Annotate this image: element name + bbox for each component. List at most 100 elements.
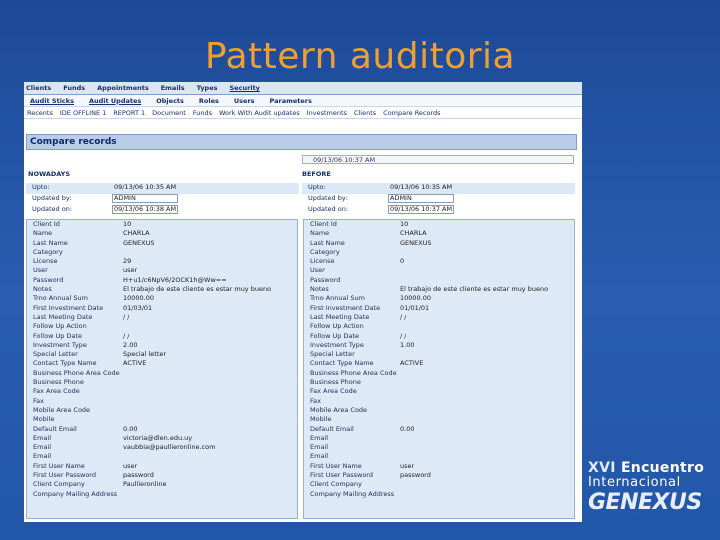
field-row: Email vaubbia@paullieronline.com bbox=[27, 443, 297, 452]
nav-tab-appointments[interactable]: Appointments bbox=[97, 84, 149, 92]
field-label: Notes bbox=[33, 285, 52, 294]
subnav-item-parameters[interactable]: Parameters bbox=[270, 97, 312, 105]
field-value: user bbox=[400, 461, 415, 470]
breadcrumb-item[interactable]: REPORT 1 bbox=[113, 109, 145, 117]
date-line-text: 09/13/06 10:37 AM bbox=[313, 156, 376, 164]
field-row: Contact Type Name ACTIVE bbox=[27, 359, 297, 368]
field-row: Contact Type Name ACTIVE bbox=[304, 359, 574, 368]
field-label: Fax Area Code bbox=[33, 387, 80, 396]
field-row: Category bbox=[27, 248, 297, 257]
field-label: First User Password bbox=[33, 471, 96, 480]
field-label: Trno Annual Sum bbox=[310, 294, 365, 303]
breadcrumb-item[interactable]: Work With Audit updates bbox=[219, 109, 300, 117]
meta-row: Updated by: ADMIN bbox=[26, 194, 299, 205]
field-row: Follow Up Action bbox=[304, 322, 574, 331]
field-label: Name bbox=[33, 229, 53, 238]
breadcrumb-item[interactable]: Compare Records bbox=[383, 109, 440, 117]
field-row: First Investment Date 01/01/01 bbox=[304, 304, 574, 313]
breadcrumb-item[interactable]: IDE OFFLINE 1 bbox=[60, 109, 106, 117]
nav-tab-emails[interactable]: Emails bbox=[161, 84, 185, 92]
breadcrumb-item[interactable]: Clients bbox=[354, 109, 376, 117]
field-value: CHARLA bbox=[123, 229, 150, 238]
left-fields-panel: Client Id 10 Name CHARLA Last Name GENEXUS Cat… bbox=[26, 219, 298, 519]
field-label: Special Letter bbox=[33, 350, 78, 359]
breadcrumb-item[interactable]: Document bbox=[152, 109, 186, 117]
field-row: Business Phone Area Code bbox=[304, 369, 574, 378]
meta-row: Updated on: 09/13/06 10:38 AM bbox=[26, 205, 299, 216]
meta-label: Upto: bbox=[32, 183, 50, 191]
meta-label: Updated by: bbox=[308, 194, 348, 202]
field-label: Client Company bbox=[33, 480, 85, 489]
field-label: Email bbox=[33, 443, 52, 452]
field-label: Password bbox=[33, 275, 64, 284]
field-value: 0.00 bbox=[400, 424, 415, 433]
field-label: Company Mailing Address bbox=[310, 489, 395, 498]
field-row: Email victoria@dlen.edu.uy bbox=[27, 434, 297, 443]
field-value: user bbox=[123, 461, 138, 470]
field-value: Special letter bbox=[123, 350, 167, 359]
field-label: Last Name bbox=[310, 238, 345, 247]
field-row: Client Id 10 bbox=[27, 220, 297, 229]
field-label: Business Phone Area Code bbox=[33, 368, 120, 377]
right-column-heading: BEFORE bbox=[302, 170, 331, 178]
field-label: First User Password bbox=[310, 471, 373, 480]
field-label: Follow Up Date bbox=[33, 331, 82, 340]
field-row: Business Phone bbox=[304, 378, 574, 387]
right-meta: Upto: 09/13/06 10:35 AM Updated by: ADMIN Up… bbox=[302, 183, 575, 216]
left-column-heading: NOWADAYS bbox=[28, 170, 71, 178]
field-row: Business Phone bbox=[27, 378, 297, 387]
field-row: Investment Type 1.00 bbox=[304, 341, 574, 350]
meta-label: Upto: bbox=[308, 183, 326, 191]
field-row: Company Mailing Address bbox=[304, 490, 574, 499]
field-label: Last Meeting Date bbox=[310, 312, 370, 321]
nav-tab-clients[interactable]: Clients bbox=[26, 84, 51, 92]
field-row: License 0 bbox=[304, 257, 574, 266]
field-value: 1.00 bbox=[400, 340, 415, 349]
breadcrumb-item[interactable]: Funds bbox=[193, 109, 212, 117]
event-logo: XVI Encuentro Internacional GENEXUS bbox=[588, 460, 718, 515]
meta-value: 09/13/06 10:35 AM bbox=[114, 183, 177, 191]
field-row: Name CHARLA bbox=[27, 229, 297, 238]
field-label: Default Email bbox=[310, 424, 354, 433]
field-row: Client Company bbox=[304, 480, 574, 489]
field-row: First User Name user bbox=[304, 462, 574, 471]
field-label: Company Mailing Address bbox=[33, 489, 118, 498]
field-label: Mobile Area Code bbox=[33, 405, 91, 414]
field-row: Password bbox=[304, 276, 574, 285]
field-label: Email bbox=[33, 433, 52, 442]
subnav-item-users[interactable]: Users bbox=[234, 97, 255, 105]
field-label: Client Id bbox=[33, 220, 60, 228]
field-row: License 29 bbox=[27, 257, 297, 266]
nav-tab-funds[interactable]: Funds bbox=[63, 84, 85, 92]
subnav-item-roles[interactable]: Roles bbox=[199, 97, 219, 105]
breadcrumb-item[interactable]: Investments bbox=[307, 109, 347, 117]
field-value: 10 bbox=[400, 220, 409, 228]
field-row: Last Name GENEXUS bbox=[27, 239, 297, 248]
field-label: Client Company bbox=[310, 480, 362, 489]
field-label: Contact Type Name bbox=[310, 359, 374, 368]
field-row: Email bbox=[304, 443, 574, 452]
right-fields-panel: Client Id 10 Name CHARLA Last Name GENEXUS Cat… bbox=[303, 219, 575, 519]
field-value: 0 bbox=[400, 257, 405, 266]
subnav-item-audit-updates[interactable]: Audit Updates bbox=[89, 97, 141, 105]
field-row: Follow Up Date / / bbox=[27, 332, 297, 341]
nav-tab-types[interactable]: Types bbox=[197, 84, 218, 92]
field-row: Fax bbox=[27, 397, 297, 406]
field-value: vaubbia@paullieronline.com bbox=[123, 443, 216, 452]
subnav-item-audit-sticks[interactable]: Audit Sticks bbox=[30, 97, 74, 105]
field-row: User user bbox=[27, 266, 297, 275]
meta-label: Updated on: bbox=[32, 205, 73, 213]
field-row: Client Company Paullieronline bbox=[27, 480, 297, 489]
field-value: 10000.00 bbox=[123, 294, 155, 303]
field-row: First Investment Date 01/03/01 bbox=[27, 304, 297, 313]
field-row: Notes El trabajo de este cliente es estar… bbox=[27, 285, 297, 294]
field-value: GENEXUS bbox=[123, 238, 155, 247]
field-label: Last Name bbox=[33, 238, 68, 247]
meta-row: Updated on: 09/13/06 10:37 AM bbox=[302, 205, 575, 216]
subnav-item-objects[interactable]: Objects bbox=[156, 97, 184, 105]
breadcrumb-item[interactable]: Recents bbox=[27, 109, 53, 117]
field-label: Business Phone bbox=[33, 378, 84, 387]
meta-value: ADMIN bbox=[390, 194, 412, 202]
nav-tab-security[interactable]: Security bbox=[230, 84, 260, 92]
field-label: Email bbox=[310, 443, 329, 452]
